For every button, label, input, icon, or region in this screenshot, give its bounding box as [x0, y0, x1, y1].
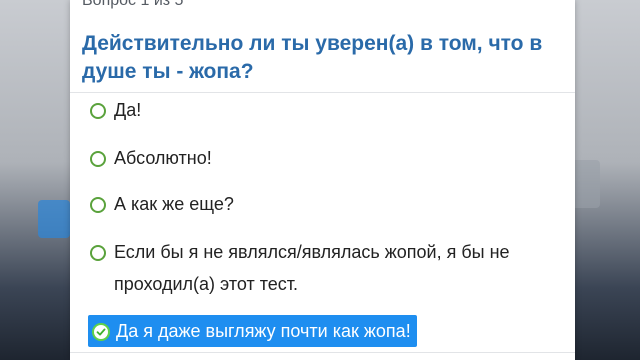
answer-option-5-selected[interactable]: Да я даже выгляжу почти как жопа!	[88, 315, 417, 347]
answer-option-label: Да!	[114, 100, 142, 120]
answer-option-2[interactable]: Абсолютно!	[90, 144, 560, 172]
background-blob	[38, 200, 70, 238]
radio-circle-icon	[90, 151, 106, 167]
question-title: Действительно ли ты уверен(а) в том, что…	[82, 32, 543, 83]
divider	[70, 92, 575, 93]
answer-option-4[interactable]: Если бы я не являлся/являлась жопой, я б…	[90, 236, 550, 300]
question-counter: Вопрос 1 из 5	[82, 0, 184, 9]
answer-option-label: Абсолютно!	[114, 148, 212, 168]
check-circle-icon	[92, 323, 110, 341]
radio-circle-icon	[90, 197, 106, 213]
radio-circle-icon	[90, 103, 106, 119]
check-mark-icon	[96, 328, 106, 336]
quiz-card: Вопрос 1 из 5 Действительно ли ты уверен…	[70, 0, 575, 360]
answer-option-label: Если бы я не являлся/являлась жопой, я б…	[114, 242, 510, 294]
answer-option-label: А как же еще?	[114, 194, 234, 214]
background-left	[0, 0, 70, 360]
answer-option-3[interactable]: А как же еще?	[90, 190, 560, 218]
answer-option-1[interactable]: Да!	[90, 96, 560, 124]
answer-option-label: Да я даже выгляжу почти как жопа!	[116, 321, 411, 341]
background-right	[570, 0, 640, 360]
divider	[70, 352, 575, 353]
radio-circle-icon	[90, 245, 106, 261]
